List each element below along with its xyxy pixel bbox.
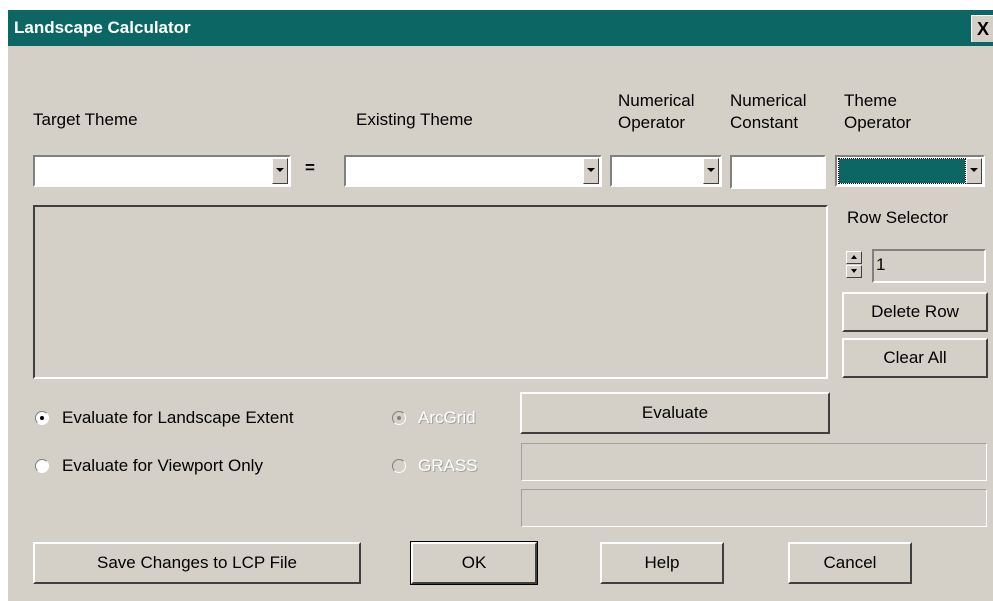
existing-theme-dropdown-button[interactable]: [583, 158, 599, 184]
viewport-only-radio[interactable]: [35, 459, 49, 473]
delete-row-button[interactable]: Delete Row: [842, 292, 988, 332]
numerical-constant-input[interactable]: [730, 155, 826, 189]
landscape-calculator-window: Landscape Calculator X Target Theme Exis…: [8, 10, 993, 601]
status-field-1: [521, 443, 987, 481]
help-button[interactable]: Help: [600, 542, 724, 584]
row-selector-label: Row Selector: [847, 208, 949, 227]
numerical-constant-label-line1: Numerical: [730, 91, 807, 110]
arcgrid-label: ArcGrid: [418, 408, 476, 427]
row-selector-field[interactable]: 1: [872, 249, 986, 283]
row-up-button[interactable]: [846, 251, 862, 264]
numerical-constant-label: Numerical Constant: [730, 90, 807, 134]
row-down-button[interactable]: [846, 265, 862, 278]
cancel-button[interactable]: Cancel: [788, 542, 912, 584]
target-theme-dropdown-button[interactable]: [272, 158, 288, 184]
theme-operator-label-line1: Theme: [844, 91, 897, 110]
evaluate-button[interactable]: Evaluate: [520, 392, 830, 434]
numerical-operator-dropdown-button[interactable]: [703, 158, 719, 184]
close-icon: X: [976, 19, 989, 39]
row-selector-value: 1: [876, 255, 886, 274]
theme-operator-dropdown-button[interactable]: [966, 158, 982, 184]
numerical-constant-label-line2: Constant: [730, 113, 799, 132]
close-button[interactable]: X: [971, 15, 993, 42]
equals-sign: =: [305, 158, 315, 177]
grass-label: GRASS: [418, 456, 478, 475]
arcgrid-radio: [392, 411, 406, 425]
existing-theme-label: Existing Theme: [356, 110, 473, 129]
existing-theme-select[interactable]: [344, 155, 602, 187]
numerical-operator-select[interactable]: [610, 155, 722, 187]
theme-operator-selection-highlight: [838, 158, 966, 184]
expression-rows-panel[interactable]: [33, 205, 828, 379]
numerical-operator-label-line1: Numerical: [618, 91, 695, 110]
status-field-2: [521, 489, 987, 527]
landscape-extent-radio[interactable]: [35, 411, 49, 425]
viewport-only-label[interactable]: Evaluate for Viewport Only: [62, 456, 263, 476]
target-theme-label: Target Theme: [33, 110, 138, 129]
ok-button[interactable]: OK: [410, 541, 538, 585]
theme-operator-label-line2: Operator: [844, 113, 912, 132]
window-title: Landscape Calculator: [14, 18, 191, 37]
theme-operator-select[interactable]: [835, 155, 985, 187]
theme-operator-label: Theme Operator: [844, 90, 911, 134]
save-changes-button[interactable]: Save Changes to LCP File: [33, 542, 361, 584]
numerical-operator-label-line2: Operator: [618, 113, 686, 132]
title-bar[interactable]: Landscape Calculator X: [8, 10, 993, 46]
grass-radio: [392, 459, 406, 473]
target-theme-select[interactable]: [33, 155, 291, 187]
numerical-operator-label: Numerical Operator: [618, 90, 695, 134]
landscape-extent-label[interactable]: Evaluate for Landscape Extent: [62, 408, 294, 428]
clear-all-button[interactable]: Clear All: [842, 338, 988, 378]
